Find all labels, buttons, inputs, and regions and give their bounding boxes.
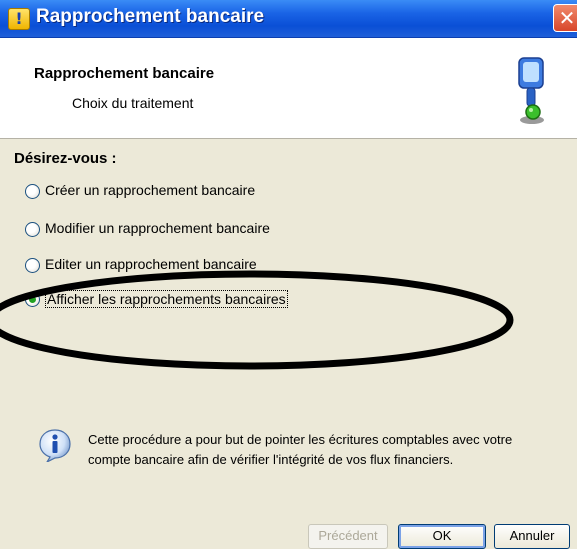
- header-title: Rapprochement bancaire: [34, 65, 215, 82]
- info-text: Cette procédure a pour but de pointer le…: [88, 432, 513, 467]
- title-bar[interactable]: ! Rapprochement bancaire ✕: [0, 0, 577, 38]
- close-icon: ✕: [558, 6, 576, 30]
- radio-create[interactable]: [25, 184, 40, 199]
- window-title: Rapprochement bancaire: [36, 6, 265, 27]
- app-icon: !: [8, 8, 30, 30]
- option-label: Créer un rapprochement bancaire: [45, 182, 256, 198]
- ok-button[interactable]: OK: [398, 524, 486, 549]
- close-button[interactable]: ✕: [553, 4, 577, 32]
- wizard-header: Rapprochement bancaire Choix du traiteme…: [0, 38, 577, 139]
- cancel-button[interactable]: Annuler: [494, 524, 570, 549]
- computer-mascot-icon: [518, 57, 544, 124]
- hand-drawn-ellipse: [0, 270, 514, 370]
- question-label: Désirez-vous :: [14, 150, 117, 167]
- radio-modify[interactable]: [25, 222, 40, 237]
- previous-button[interactable]: Précédent: [308, 524, 388, 549]
- info-icon: [39, 429, 71, 462]
- dialog-window: ! Rapprochement bancaire ✕ Rapprochement…: [0, 0, 577, 549]
- header-subtitle: Choix du traitement: [72, 95, 194, 111]
- option-label: Modifier un rapprochement bancaire: [45, 220, 270, 236]
